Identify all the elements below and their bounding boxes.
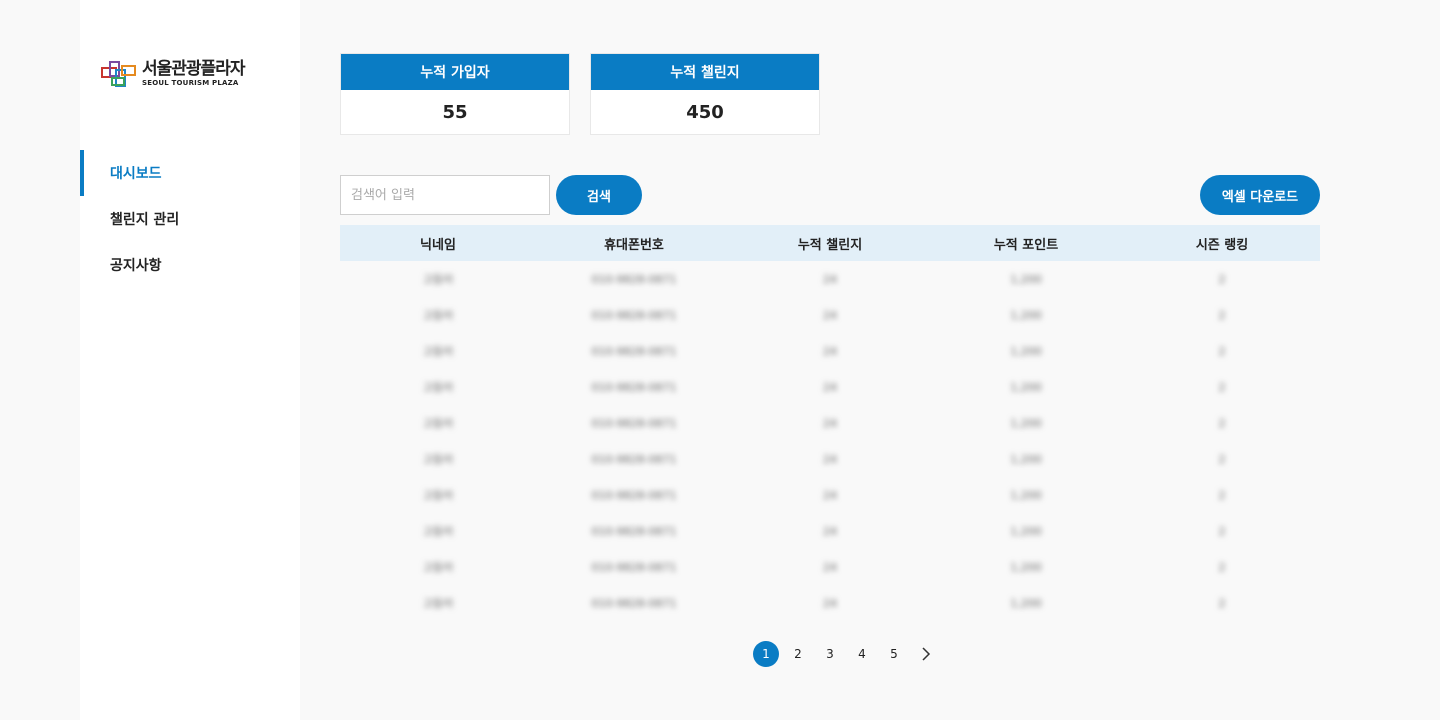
total-points-cell: 1,200	[1010, 272, 1042, 286]
table-row[interactable]: 고등어 010-9828-0871 24 1,200 2	[340, 549, 1320, 585]
total-points-cell: 1,200	[1010, 596, 1042, 610]
column-header-nickname[interactable]: 닉네임	[340, 234, 536, 253]
total-challenges-cell: 24	[823, 416, 837, 430]
nickname-cell: 고등어	[422, 381, 454, 394]
nickname-cell: 고등어	[422, 525, 454, 538]
page-1-button[interactable]: 1	[753, 641, 779, 667]
season-ranking-cell: 2	[1218, 524, 1226, 538]
column-header-total-points[interactable]: 누적 포인트	[928, 234, 1124, 253]
season-ranking-cell: 2	[1218, 488, 1226, 502]
phone-cell: 010-9828-0871	[591, 488, 677, 502]
season-ranking-cell: 2	[1218, 308, 1226, 322]
brand-name-en: SEOUL TOURISM PLAZA	[142, 79, 239, 87]
nickname-cell: 고등어	[422, 561, 454, 574]
phone-cell: 010-9828-0871	[591, 308, 677, 322]
table-row[interactable]: 고등어 010-9828-0871 24 1,200 2	[340, 369, 1320, 405]
total-points-cell: 1,200	[1010, 452, 1042, 466]
total-challenges-cell: 24	[823, 488, 837, 502]
total-points-cell: 1,200	[1010, 308, 1042, 322]
season-ranking-cell: 2	[1218, 416, 1226, 430]
total-points-cell: 1,200	[1010, 560, 1042, 574]
total-challenges-cell: 24	[823, 344, 837, 358]
total-points-cell: 1,200	[1010, 380, 1042, 394]
column-header-total-challenges[interactable]: 누적 챌린지	[732, 234, 928, 253]
stat-label: 누적 가입자	[341, 54, 569, 90]
chevron-right-icon[interactable]	[913, 641, 939, 667]
nickname-cell: 고등어	[422, 273, 454, 286]
total-points-cell: 1,200	[1010, 416, 1042, 430]
sidebar-nav: 대시보드 챌린지 관리 공지사항	[80, 150, 300, 288]
sidebar-item-label: 공지사항	[110, 258, 162, 274]
total-challenges-cell: 24	[823, 380, 837, 394]
total-challenges-cell: 24	[823, 272, 837, 286]
nickname-cell: 고등어	[422, 597, 454, 610]
total-challenges-cell: 24	[823, 308, 837, 322]
page-2-button[interactable]: 2	[785, 641, 811, 667]
total-challenges-cell: 24	[823, 524, 837, 538]
table-row[interactable]: 고등어 010-9828-0871 24 1,200 2	[340, 513, 1320, 549]
table-body: 고등어 010-9828-0871 24 1,200 2 고등어 010-9828-0871…	[340, 261, 1320, 621]
sidebar-item-challenge-management[interactable]: 챌린지 관리	[80, 196, 300, 242]
season-ranking-cell: 2	[1218, 380, 1226, 394]
stat-value: 55	[442, 102, 468, 123]
phone-cell: 010-9828-0871	[591, 452, 677, 466]
phone-cell: 010-9828-0871	[591, 272, 677, 286]
phone-cell: 010-9828-0871	[591, 380, 677, 394]
total-points-cell: 1,200	[1010, 344, 1042, 358]
phone-cell: 010-9828-0871	[591, 596, 677, 610]
sidebar-item-label: 대시보드	[110, 166, 162, 182]
nickname-cell: 고등어	[422, 453, 454, 466]
sidebar: 서울관광플라자 SEOUL TOURISM PLAZA 대시보드 챌린지 관리 …	[80, 0, 300, 720]
total-challenges-cell: 24	[823, 596, 837, 610]
total-challenges-cell: 24	[823, 452, 837, 466]
search-button[interactable]: 검색	[556, 175, 642, 215]
table-header: 닉네임 휴대폰번호 누적 챌린지 누적 포인트 시즌 랭킹	[340, 225, 1320, 261]
sidebar-item-dashboard[interactable]: 대시보드	[80, 150, 300, 196]
total-points-cell: 1,200	[1010, 524, 1042, 538]
total-challenges-cell: 24	[823, 560, 837, 574]
nickname-cell: 고등어	[422, 345, 454, 358]
sidebar-item-label: 챌린지 관리	[110, 212, 180, 228]
brand-logo[interactable]: 서울관광플라자 SEOUL TOURISM PLAZA	[100, 58, 245, 90]
phone-cell: 010-9828-0871	[591, 524, 677, 538]
season-ranking-cell: 2	[1218, 560, 1226, 574]
table-row[interactable]: 고등어 010-9828-0871 24 1,200 2	[340, 405, 1320, 441]
table-row[interactable]: 고등어 010-9828-0871 24 1,200 2	[340, 261, 1320, 297]
nickname-cell: 고등어	[422, 417, 454, 430]
stat-card-total-members: 누적 가입자 55	[340, 53, 570, 135]
season-ranking-cell: 2	[1218, 452, 1226, 466]
stat-label: 누적 챌린지	[591, 54, 819, 90]
logo-mark-icon	[100, 58, 138, 90]
column-header-season-ranking[interactable]: 시즌 랭킹	[1124, 234, 1320, 253]
total-points-cell: 1,200	[1010, 488, 1042, 502]
page-3-button[interactable]: 3	[817, 641, 843, 667]
table-row[interactable]: 고등어 010-9828-0871 24 1,200 2	[340, 297, 1320, 333]
page-5-button[interactable]: 5	[881, 641, 907, 667]
table-row[interactable]: 고등어 010-9828-0871 24 1,200 2	[340, 585, 1320, 621]
phone-cell: 010-9828-0871	[591, 344, 677, 358]
table-row[interactable]: 고등어 010-9828-0871 24 1,200 2	[340, 477, 1320, 513]
page-4-button[interactable]: 4	[849, 641, 875, 667]
pagination: 1 2 3 4 5	[753, 641, 939, 667]
phone-cell: 010-9828-0871	[591, 416, 677, 430]
nickname-cell: 고등어	[422, 489, 454, 502]
nickname-cell: 고등어	[422, 309, 454, 322]
season-ranking-cell: 2	[1218, 596, 1226, 610]
stat-value: 450	[686, 102, 724, 123]
column-header-phone[interactable]: 휴대폰번호	[536, 234, 732, 253]
phone-cell: 010-9828-0871	[591, 560, 677, 574]
sidebar-item-notices[interactable]: 공지사항	[80, 242, 300, 288]
season-ranking-cell: 2	[1218, 344, 1226, 358]
members-table: 닉네임 휴대폰번호 누적 챌린지 누적 포인트 시즌 랭킹 고등어 010-982…	[340, 225, 1320, 621]
table-row[interactable]: 고등어 010-9828-0871 24 1,200 2	[340, 441, 1320, 477]
excel-download-button[interactable]: 엑셀 다운로드	[1200, 175, 1320, 215]
search-input[interactable]	[340, 175, 550, 215]
season-ranking-cell: 2	[1218, 272, 1226, 286]
stat-card-total-challenges: 누적 챌린지 450	[590, 53, 820, 135]
table-row[interactable]: 고등어 010-9828-0871 24 1,200 2	[340, 333, 1320, 369]
brand-name-ko: 서울관광플라자	[142, 59, 245, 79]
